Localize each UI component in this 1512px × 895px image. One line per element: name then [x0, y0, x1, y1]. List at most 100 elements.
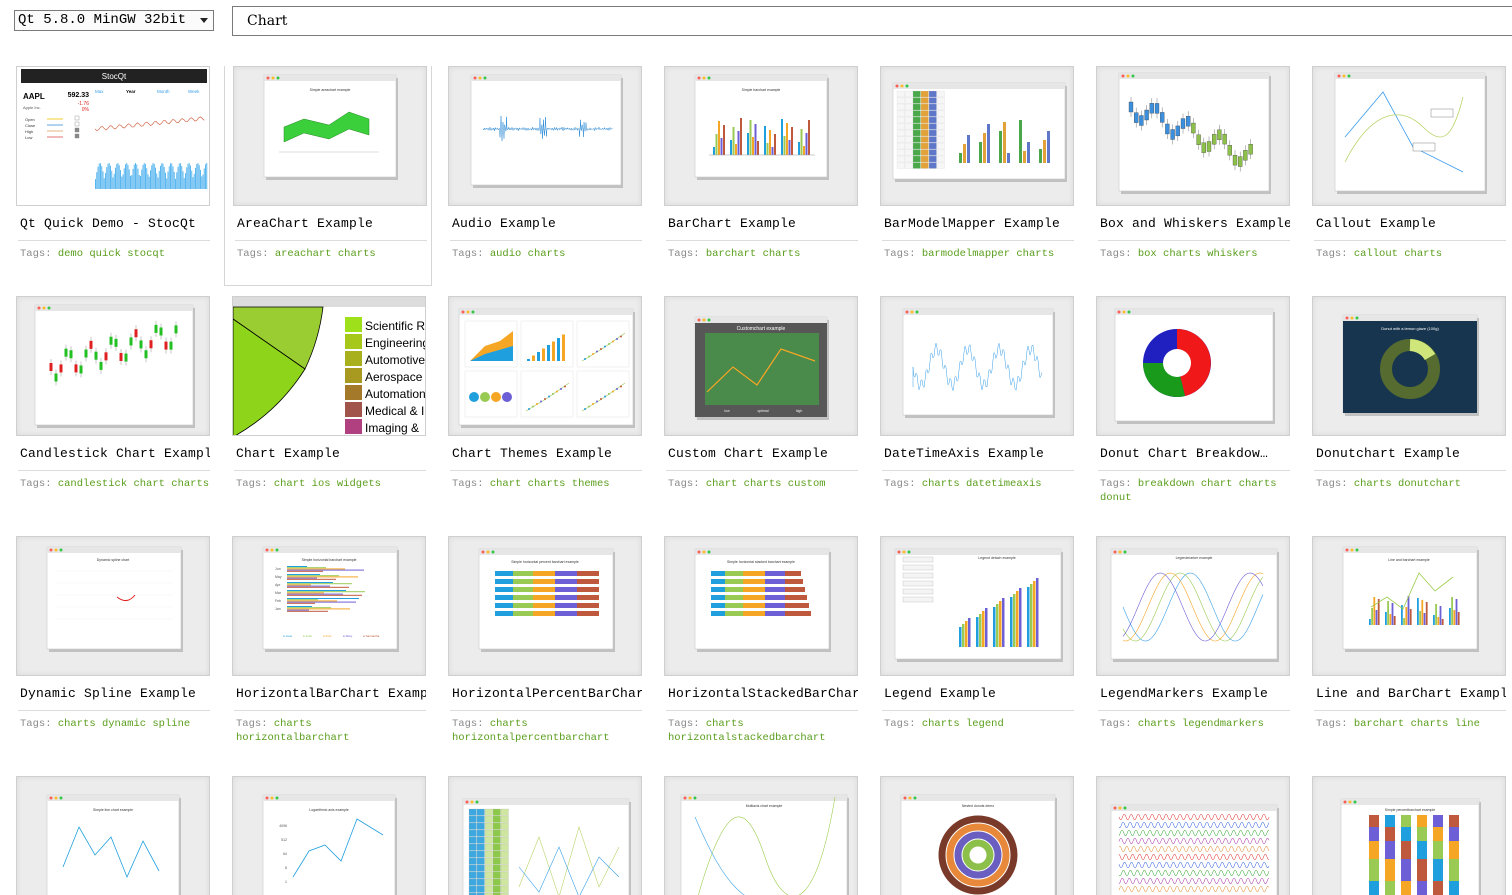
example-card[interactable]: Line and barchart example Line and BarCha… — [1312, 536, 1512, 756]
example-thumbnail[interactable]: Donut with a lemon glaze (100g) — [1312, 296, 1506, 436]
tag-link[interactable]: donutchart — [1398, 478, 1461, 490]
example-title[interactable]: Donut Chart Breakdow… — [1100, 446, 1290, 462]
example-title[interactable]: LegendMarkers Example — [1100, 686, 1290, 702]
example-thumbnail[interactable] — [1096, 66, 1290, 206]
example-card[interactable]: Simple areachart example AreaChart Exampl… — [224, 66, 432, 286]
tag-link[interactable]: datetimeaxis — [966, 478, 1042, 490]
example-thumbnail[interactable]: Line and barchart example — [1312, 536, 1506, 676]
example-card[interactable]: Candlestick Chart Example Tags: candlesti… — [16, 296, 232, 516]
example-title[interactable]: Donutchart Example — [1316, 446, 1506, 462]
example-card[interactable]: Nested donuts demo — [880, 776, 1096, 895]
tag-link[interactable]: charts — [1411, 718, 1449, 730]
tag-link[interactable]: charts — [528, 248, 566, 260]
tag-link[interactable]: custom — [788, 478, 826, 490]
example-thumbnail[interactable]: Simple percentbarchart example — [1312, 776, 1506, 895]
tag-link[interactable]: charts — [171, 478, 209, 490]
example-title[interactable]: Dynamic Spline Example — [20, 686, 210, 702]
tag-link[interactable]: demo — [58, 248, 83, 260]
example-title[interactable]: Audio Example — [452, 216, 642, 232]
tag-link[interactable]: charts — [1138, 718, 1176, 730]
example-card[interactable]: StocQt AAPL 592.33 -1.76 0% Apple Inc. Max Year… — [16, 66, 232, 286]
example-thumbnail[interactable]: Scientific R Engineering Automotive Aerospa… — [232, 296, 426, 436]
example-thumbnail[interactable]: Customchart example low optimal high — [664, 296, 858, 436]
tag-link[interactable]: areachart — [275, 248, 332, 260]
tag-link[interactable]: line — [1455, 718, 1480, 730]
example-card[interactable]: BarModelMapper Example Tags: barmodelmapp… — [880, 66, 1096, 286]
tag-link[interactable]: charts — [922, 478, 960, 490]
tag-link[interactable]: chart — [490, 478, 522, 490]
tag-link[interactable]: barchart — [1354, 718, 1404, 730]
tag-link[interactable]: charts — [338, 248, 376, 260]
tag-link[interactable]: barchart — [706, 248, 756, 260]
example-card[interactable]: Simple horizontal barchart example Jun May… — [232, 536, 448, 756]
example-title[interactable]: BarModelMapper Example — [884, 216, 1074, 232]
tag-link[interactable]: stocqt — [127, 248, 165, 260]
tag-link[interactable]: ios — [312, 478, 331, 490]
example-title[interactable]: Candlestick Chart Example — [20, 446, 210, 462]
tag-link[interactable]: breakdown — [1138, 478, 1195, 490]
tag-link[interactable]: charts — [1239, 478, 1277, 490]
example-title[interactable]: Legend Example — [884, 686, 1074, 702]
tag-link[interactable]: chart — [706, 478, 738, 490]
example-card[interactable]: Simple horizontal percent barchart examp… — [448, 536, 664, 756]
example-title[interactable]: DateTimeAxis Example — [884, 446, 1074, 462]
example-thumbnail[interactable] — [880, 296, 1074, 436]
example-thumbnail[interactable]: StocQt AAPL 592.33 -1.76 0% Apple Inc. Max Year… — [16, 66, 210, 206]
tag-link[interactable]: callout — [1354, 248, 1398, 260]
tag-link[interactable]: charts — [1404, 248, 1442, 260]
example-thumbnail[interactable] — [448, 296, 642, 436]
tag-link[interactable]: horizontalpercentbarchart — [452, 732, 610, 744]
example-card[interactable]: Simple barchart example BarChart Example T… — [664, 66, 880, 286]
tag-link[interactable]: charts — [922, 718, 960, 730]
example-card[interactable]: Multiaxis chart example — [664, 776, 880, 895]
tag-link[interactable]: charts — [763, 248, 801, 260]
tag-link[interactable]: donut — [1100, 492, 1132, 504]
tag-link[interactable]: barmodelmapper — [922, 248, 1010, 260]
example-title[interactable]: Line and BarChart Example — [1316, 686, 1506, 702]
tag-link[interactable]: candlestick — [58, 478, 127, 490]
example-title[interactable]: Box and Whiskers Example — [1100, 216, 1290, 232]
example-title[interactable]: HorizontalBarChart Example — [236, 686, 426, 702]
tag-link[interactable]: charts — [274, 718, 312, 730]
example-thumbnail[interactable]: Simple horizontal stacked barchart examp… — [664, 536, 858, 676]
example-card[interactable]: Legend detach example Legend Example Tags:… — [880, 536, 1096, 756]
example-title[interactable]: HorizontalStackedBarChar… — [668, 686, 858, 702]
tag-link[interactable]: whiskers — [1207, 248, 1257, 260]
tag-link[interactable]: dynamic — [102, 718, 146, 730]
tag-link[interactable]: legendmarkers — [1182, 718, 1264, 730]
example-card[interactable]: Scientific R Engineering Automotive Aerospa… — [232, 296, 448, 516]
example-title[interactable]: Chart Themes Example — [452, 446, 642, 462]
example-thumbnail[interactable]: Multiaxis chart example — [664, 776, 858, 895]
tag-link[interactable]: widgets — [337, 478, 381, 490]
tag-link[interactable]: chart — [274, 478, 306, 490]
tag-link[interactable]: chart — [1201, 478, 1233, 490]
example-thumbnail[interactable]: Legend detach example — [880, 536, 1074, 676]
tag-link[interactable]: charts — [490, 718, 528, 730]
tag-link[interactable]: themes — [572, 478, 610, 490]
tag-link[interactable]: charts — [744, 478, 782, 490]
example-title[interactable]: HorizontalPercentBarChar… — [452, 686, 642, 702]
tag-link[interactable]: charts — [1016, 248, 1054, 260]
tag-link[interactable]: charts — [706, 718, 744, 730]
example-thumbnail[interactable]: Simple horizontal barchart example Jun May… — [232, 536, 426, 676]
example-card[interactable]: Donut Chart Breakdow… Tags: breakdown cha… — [1096, 296, 1312, 516]
example-card[interactable]: Donut with a lemon glaze (100g) Donutchar… — [1312, 296, 1512, 516]
tag-link[interactable]: spline — [152, 718, 190, 730]
tag-link[interactable]: box — [1138, 248, 1157, 260]
example-thumbnail[interactable] — [1312, 66, 1506, 206]
example-card[interactable]: Simple horizontal stacked barchart examp… — [664, 536, 880, 756]
example-card[interactable]: Logarithmic axis example 4096 512 64 8 1 — [232, 776, 448, 895]
example-card[interactable]: Simple percentbarchart example — [1312, 776, 1512, 895]
example-card[interactable]: Callout Example Tags: callout charts — [1312, 66, 1512, 286]
example-thumbnail[interactable]: Simple areachart example — [233, 66, 427, 206]
example-thumbnail[interactable] — [880, 66, 1074, 206]
example-card[interactable] — [448, 776, 664, 895]
example-card[interactable]: Chart Themes Example Tags: chart charts t… — [448, 296, 664, 516]
example-title[interactable]: BarChart Example — [668, 216, 858, 232]
example-card[interactable]: Customchart example low optimal high Custom … — [664, 296, 880, 516]
example-thumbnail[interactable] — [448, 776, 642, 895]
example-thumbnail[interactable] — [1096, 296, 1290, 436]
example-card[interactable]: Simple line chart example — [16, 776, 232, 895]
example-title[interactable]: Callout Example — [1316, 216, 1506, 232]
example-card[interactable] — [1096, 776, 1312, 895]
